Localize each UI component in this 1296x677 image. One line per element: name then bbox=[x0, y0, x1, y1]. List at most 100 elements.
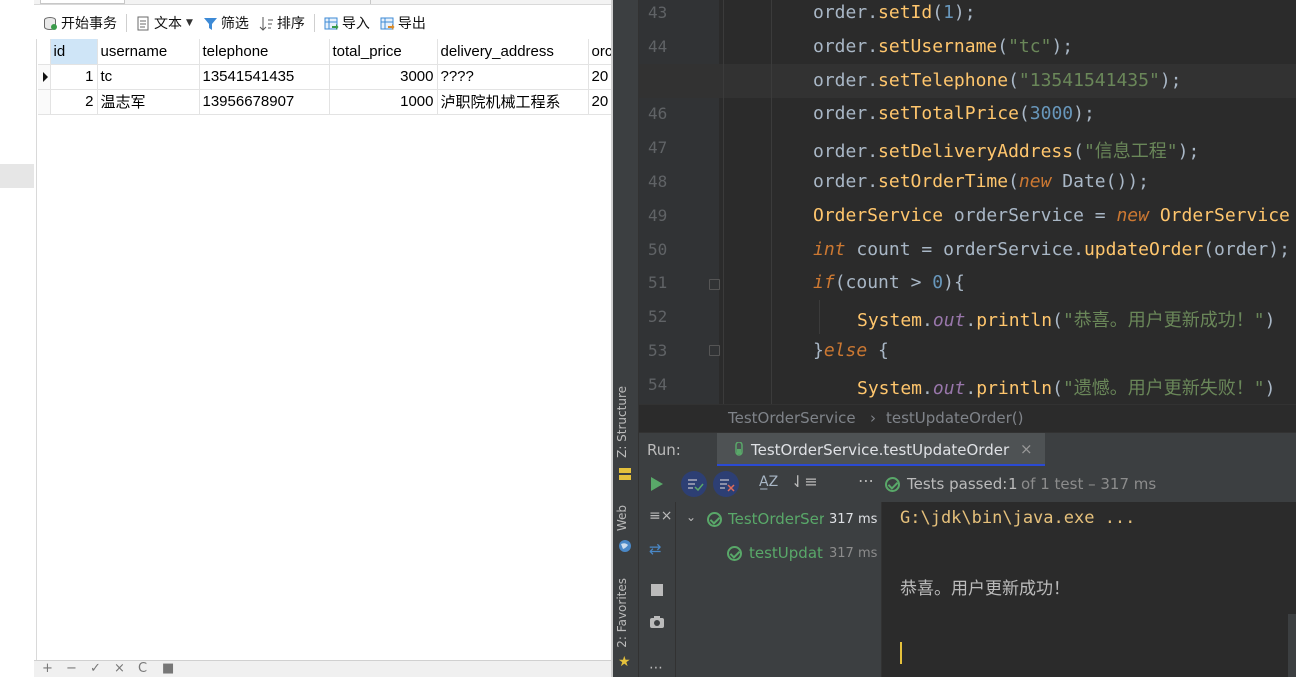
tree-child-time: 317 ms bbox=[829, 546, 878, 561]
cell-delivery-address[interactable]: 泸职院机械工程系 bbox=[437, 89, 589, 115]
tab-divider bbox=[370, 0, 610, 4]
cell-id[interactable]: 2 bbox=[50, 89, 98, 115]
toolbar-divider bbox=[313, 14, 315, 32]
begin-transaction-button[interactable]: 开始事务 bbox=[38, 11, 122, 35]
tree-root-row[interactable]: ⌄ TestOrderSer 317 ms bbox=[676, 502, 881, 536]
code-line[interactable]: order.setUsername("tc"); bbox=[813, 36, 1073, 57]
cell-delivery-address[interactable]: ???? bbox=[437, 64, 589, 90]
camera-icon[interactable] bbox=[649, 614, 665, 633]
test-tree: ⌄ TestOrderSer 317 ms testUpdat 317 ms bbox=[676, 502, 881, 677]
line-number: 51 bbox=[648, 273, 668, 293]
column-header-id[interactable]: id bbox=[50, 39, 98, 65]
sort-button[interactable]: 排序 bbox=[254, 11, 310, 35]
sort-duration-icon[interactable]: ⇃≡ bbox=[791, 472, 818, 491]
rerun-play-icon[interactable] bbox=[651, 477, 663, 491]
tests-passed-check-icon bbox=[885, 477, 900, 492]
pane-divider[interactable] bbox=[611, 0, 613, 677]
code-line[interactable]: int count = orderService.updateOrder(ord… bbox=[813, 239, 1290, 260]
fold-marker-icon[interactable] bbox=[709, 279, 720, 290]
show-passed-button[interactable] bbox=[681, 471, 707, 497]
close-tab-icon[interactable]: × bbox=[1020, 440, 1033, 458]
cell-total-price[interactable]: 1000 bbox=[329, 89, 438, 115]
code-line[interactable]: if(count > 0){ bbox=[813, 272, 965, 293]
column-header-telephone[interactable]: telephone bbox=[199, 39, 330, 65]
run-config-tab[interactable]: TestOrderService.testUpdateOrder × bbox=[717, 433, 1045, 467]
cell-total-price[interactable]: 3000 bbox=[329, 64, 438, 90]
code-line[interactable]: order.setId(1); bbox=[813, 2, 976, 23]
breadcrumb-method[interactable]: testUpdateOrder() bbox=[886, 409, 1023, 427]
text-icon bbox=[136, 16, 151, 31]
apply-changes-button[interactable]: ✓ bbox=[90, 661, 101, 676]
sort-icon bbox=[259, 16, 274, 31]
db-grid-pane: 开始事务 文本 ▼ 筛选 排序 导入 导出 id username teleph… bbox=[0, 0, 612, 677]
import-button[interactable]: 导入 bbox=[319, 11, 375, 35]
toggle-tree-icon[interactable]: ⇄ bbox=[649, 540, 662, 558]
cell-username[interactable]: 温志军 bbox=[97, 89, 200, 115]
row-indicator[interactable] bbox=[38, 64, 51, 90]
filter-button[interactable]: 筛选 bbox=[198, 11, 254, 35]
discard-changes-button[interactable]: × bbox=[114, 661, 125, 676]
favorites-tool-tab[interactable]: 2: Favorites bbox=[615, 578, 629, 648]
add-record-button[interactable]: + bbox=[42, 661, 53, 676]
gutter-selection-marker bbox=[0, 164, 34, 188]
clear-all-icon[interactable]: ≡× bbox=[649, 508, 672, 524]
cell-order-time[interactable]: 20 bbox=[588, 64, 612, 90]
breadcrumb-class[interactable]: TestOrderService bbox=[728, 409, 856, 427]
code-line[interactable]: System.out.println("遗憾。用户更新失败！") bbox=[857, 374, 1275, 400]
begin-transaction-label: 开始事务 bbox=[61, 16, 117, 32]
column-header-username[interactable]: username bbox=[97, 39, 200, 65]
column-header-delivery-address[interactable]: delivery_address bbox=[437, 39, 589, 65]
structure-tool-tab[interactable]: Z: Structure bbox=[615, 386, 629, 458]
run-side-toolbar: ≡× ⇄ ⋯ bbox=[639, 502, 676, 677]
stop-icon[interactable] bbox=[651, 584, 663, 596]
tests-passed-count: 1 bbox=[1008, 475, 1018, 493]
cell-username[interactable]: tc bbox=[97, 64, 200, 90]
test-tube-icon bbox=[735, 441, 743, 456]
code-line[interactable]: }else { bbox=[813, 340, 889, 361]
fold-marker-icon[interactable] bbox=[709, 345, 720, 356]
line-number: 54 bbox=[648, 374, 668, 394]
line-number-gutter: 434445464748495051525354 bbox=[639, 0, 719, 404]
line-number: 44 bbox=[648, 36, 668, 56]
tree-child-row[interactable]: testUpdat 317 ms bbox=[676, 536, 881, 570]
console-output[interactable]: G:\jdk\bin\java.exe ... 恭喜。用户更新成功！ bbox=[881, 502, 1296, 677]
grid-toolbar: 开始事务 文本 ▼ 筛选 排序 导入 导出 bbox=[38, 8, 611, 38]
run-label: Run: bbox=[647, 441, 681, 459]
chevron-down-icon[interactable]: ⌄ bbox=[686, 510, 696, 524]
console-scrollbar[interactable] bbox=[1288, 614, 1296, 677]
toolbar-divider bbox=[126, 14, 127, 32]
text-button[interactable]: 文本 ▼ bbox=[131, 11, 198, 35]
code-line[interactable]: order.setTotalPrice(3000); bbox=[813, 103, 1095, 124]
column-header-order-time[interactable]: orc bbox=[588, 39, 612, 65]
refresh-button[interactable]: C bbox=[138, 661, 147, 676]
code-line[interactable]: order.setDeliveryAddress("信息工程"); bbox=[813, 137, 1199, 163]
export-icon bbox=[380, 16, 395, 31]
grid-left-border bbox=[36, 39, 37, 660]
column-header-total-price[interactable]: total_price bbox=[329, 39, 438, 65]
sort-alpha-icon[interactable]: A̲Z bbox=[759, 474, 778, 490]
table-row[interactable]: 2 温志军 13956678907 1000 泸职院机械工程系 20 bbox=[38, 89, 612, 115]
cell-telephone[interactable]: 13956678907 bbox=[199, 89, 330, 115]
export-button[interactable]: 导出 bbox=[375, 11, 431, 35]
console-output-line: 恭喜。用户更新成功！ bbox=[900, 579, 1070, 599]
globe-icon bbox=[618, 538, 632, 552]
more-options-icon[interactable]: ⋯ bbox=[858, 471, 874, 490]
cell-order-time[interactable]: 20 bbox=[588, 89, 612, 115]
delete-record-button[interactable]: − bbox=[66, 661, 77, 676]
row-indicator[interactable] bbox=[38, 89, 51, 115]
code-line[interactable]: order.setTelephone("13541541435"); bbox=[813, 70, 1182, 91]
code-line[interactable]: OrderService orderService = new OrderSer… bbox=[813, 205, 1290, 226]
active-tab-edge[interactable] bbox=[40, 0, 125, 4]
cell-id[interactable]: 1 bbox=[50, 64, 98, 90]
web-tool-tab[interactable]: Web bbox=[615, 505, 629, 531]
table-row[interactable]: 1 tc 13541541435 3000 ???? 20 bbox=[38, 64, 612, 90]
code-line[interactable]: System.out.println("恭喜。用户更新成功！") bbox=[857, 306, 1275, 332]
more-icon[interactable]: ⋯ bbox=[649, 660, 663, 676]
cell-telephone[interactable]: 13541541435 bbox=[199, 64, 330, 90]
export-label: 导出 bbox=[397, 16, 426, 32]
stop-button[interactable]: ■ bbox=[162, 661, 174, 676]
show-ignored-button[interactable] bbox=[713, 471, 739, 497]
line-number: 43 bbox=[648, 3, 668, 22]
code-line[interactable]: order.setOrderTime(new Date()); bbox=[813, 171, 1149, 192]
code-editor[interactable]: 434445464748495051525354 order.setId(1);… bbox=[639, 0, 1296, 404]
